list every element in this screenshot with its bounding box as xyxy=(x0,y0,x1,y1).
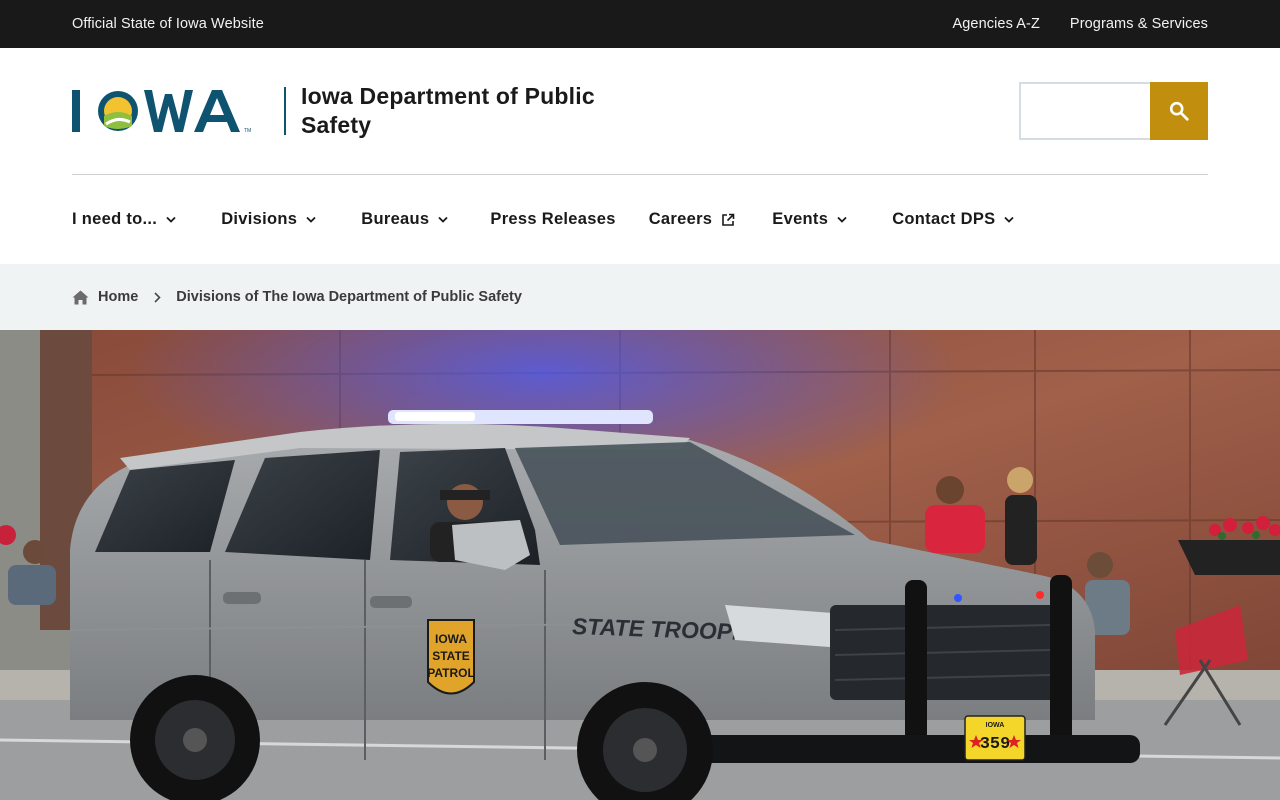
nav-divisions[interactable]: Divisions xyxy=(221,210,316,229)
site-header: TM Iowa Department of Public Safety xyxy=(0,48,1280,174)
search-button[interactable] xyxy=(1150,82,1208,140)
nav-label: Contact DPS xyxy=(892,210,996,228)
agencies-az-link[interactable]: Agencies A-Z xyxy=(952,16,1039,32)
nav-bureaus[interactable]: Bureaus xyxy=(361,210,449,229)
brand-divider xyxy=(284,87,286,135)
programs-services-link[interactable]: Programs & Services xyxy=(1070,16,1208,32)
main-nav: I need to... Divisions Bureaus Press Rel… xyxy=(0,175,1280,264)
utility-bar: Official State of Iowa Website Agencies … xyxy=(0,0,1280,48)
nav-careers[interactable]: Careers xyxy=(649,210,736,229)
nav-label: I need to... xyxy=(72,210,158,228)
badge-line3: PATROL xyxy=(427,666,475,680)
chevron-down-icon xyxy=(438,216,449,223)
nav-label: Events xyxy=(772,210,829,228)
search-icon xyxy=(1169,101,1189,121)
nav-label: Careers xyxy=(648,210,713,228)
search-input[interactable] xyxy=(1019,82,1150,140)
badge-line1: IOWA xyxy=(435,632,467,646)
chevron-right-icon xyxy=(154,291,161,303)
external-link-icon xyxy=(722,213,735,226)
home-icon xyxy=(72,290,89,304)
agency-name[interactable]: Iowa Department of Public Safety xyxy=(301,82,641,140)
utility-links: Agencies A-Z Programs & Services xyxy=(952,16,1208,32)
state-trooper-vehicle-photo: STATE TROOPER IOWA STATE PATROL IOWA 359 xyxy=(0,330,1280,800)
brand[interactable]: TM Iowa Department of Public Safety xyxy=(72,82,641,140)
trademark-mark: TM xyxy=(244,128,251,134)
official-site-link[interactable]: Official State of Iowa Website xyxy=(72,16,264,32)
breadcrumb: Home Divisions of The Iowa Department of… xyxy=(0,264,1280,330)
breadcrumb-home-label: Home xyxy=(98,289,139,305)
nav-label: Divisions xyxy=(221,210,298,228)
badge-line2: STATE xyxy=(432,649,470,663)
search-form xyxy=(1019,82,1208,140)
nav-label: Press Releases xyxy=(490,210,616,228)
nav-press-releases[interactable]: Press Releases xyxy=(490,210,615,229)
nav-i-need-to[interactable]: I need to... xyxy=(72,210,176,229)
chevron-down-icon xyxy=(166,216,176,223)
plate-number: 359 xyxy=(980,735,1011,754)
nav-contact-dps[interactable]: Contact DPS xyxy=(892,210,1015,229)
chevron-down-icon xyxy=(837,216,847,223)
chevron-down-icon xyxy=(1004,216,1015,223)
hero-image: STATE TROOPER IOWA STATE PATROL IOWA 359 xyxy=(0,330,1280,800)
nav-events[interactable]: Events xyxy=(772,210,847,229)
iowa-logo[interactable]: TM xyxy=(72,86,272,136)
chevron-down-icon xyxy=(306,216,316,223)
nav-label: Bureaus xyxy=(361,210,430,228)
breadcrumb-home[interactable]: Home xyxy=(72,289,138,305)
breadcrumb-current: Divisions of The Iowa Department of Publ… xyxy=(176,289,522,305)
plate-state: IOWA xyxy=(986,722,1005,729)
